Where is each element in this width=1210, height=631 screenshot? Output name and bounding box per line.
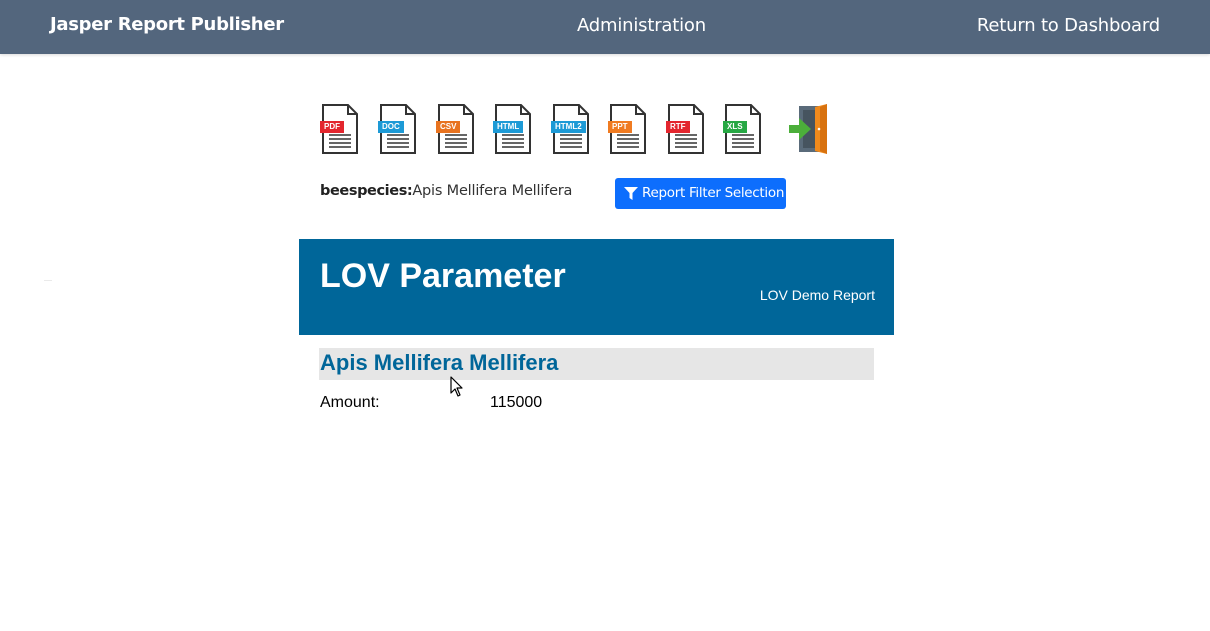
group-header-band: Apis Mellifera Mellifera [319, 348, 874, 380]
app-brand[interactable]: Jasper Report Publisher [50, 14, 284, 35]
top-navbar: Jasper Report Publisher Administration R… [0, 0, 1210, 54]
mouse-cursor-icon [450, 376, 463, 397]
parameter-summary: beespecies:Apis Mellifera Mellifera [320, 183, 572, 199]
export-xls-button[interactable]: XLS [723, 104, 763, 154]
parameter-name: beespecies: [320, 183, 413, 199]
csv-tag: CSV [436, 121, 461, 133]
export-csv-button[interactable]: CSV [436, 104, 476, 154]
parameter-value: Apis Mellifera Mellifera [412, 183, 573, 199]
export-ppt-button[interactable]: PPT [608, 104, 648, 154]
filter-button-label: Report Filter Selection [642, 185, 785, 201]
export-pdf-button[interactable]: PDF [320, 104, 360, 154]
group-title: Apis Mellifera Mellifera [320, 350, 559, 375]
nav-link-return-dashboard[interactable]: Return to Dashboard [977, 15, 1160, 36]
report-subtitle: LOV Demo Report [759, 287, 875, 303]
export-rtf-button[interactable]: RTF [666, 104, 706, 154]
export-doc-button[interactable]: DOC [378, 104, 418, 154]
export-html2-button[interactable]: HTML2 [551, 104, 591, 154]
export-html-button[interactable]: HTML [493, 104, 533, 154]
exit-button[interactable] [789, 104, 833, 154]
xls-tag: XLS [723, 121, 747, 133]
pdf-tag: PDF [320, 121, 344, 133]
html2-tag: HTML2 [551, 121, 586, 133]
filter-funnel-icon [624, 187, 638, 200]
report-title-band: LOV Parameter LOV Demo Report [299, 239, 894, 335]
amount-label: Amount: [320, 394, 380, 411]
report-filter-selection-button[interactable]: Report Filter Selection [615, 178, 786, 209]
divider [44, 280, 52, 281]
html-tag: HTML [493, 121, 524, 133]
exit-door-icon [789, 104, 827, 154]
ppt-tag: PPT [608, 121, 632, 133]
doc-tag: DOC [378, 121, 404, 133]
nav-link-administration[interactable]: Administration [577, 15, 706, 36]
rtf-tag: RTF [666, 121, 690, 133]
amount-value: 115000 [490, 394, 543, 411]
report-title: LOV Parameter [320, 257, 566, 295]
